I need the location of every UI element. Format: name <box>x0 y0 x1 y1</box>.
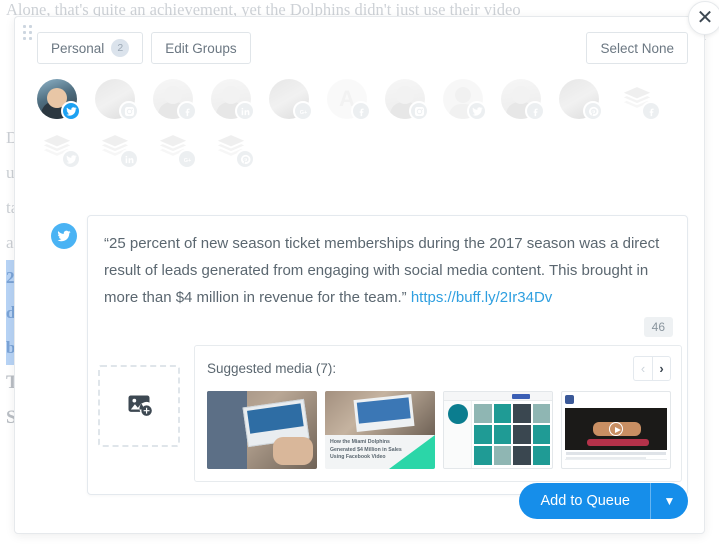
profile-facebook-man[interactable] <box>153 79 197 121</box>
profile-pinterest-buffer[interactable] <box>211 127 255 169</box>
chevron-left-icon[interactable]: ‹ <box>633 356 652 381</box>
profile-facebook-letter[interactable]: A <box>327 79 371 121</box>
profile-linkedin-buffer[interactable] <box>95 127 139 169</box>
chevron-right-icon[interactable]: › <box>652 356 671 381</box>
suggested-media-header: Suggested media (7): ‹ › <box>207 356 671 381</box>
profile-linkedin-man[interactable] <box>211 79 255 121</box>
googleplus-icon: G+ <box>293 101 313 121</box>
googleplus-icon: G+ <box>177 149 197 169</box>
suggested-media-2[interactable]: How the Miami Dolphins Generated $4 Mill… <box>325 391 435 469</box>
composer-text[interactable]: “25 percent of new season ticket members… <box>88 216 687 315</box>
profile-row-1: G+ A <box>37 79 688 121</box>
instagram-icon <box>119 101 139 121</box>
profile-row-2: G+ <box>37 127 688 169</box>
composer-modal: ✕ Personal 2 Edit Groups Select None G+ A… <box>14 1 719 534</box>
profile-facebook-buffer[interactable] <box>617 79 661 121</box>
tab-personal-count: 2 <box>111 39 130 57</box>
svg-text:G+: G+ <box>299 109 307 115</box>
suggested-media-title: Suggested media (7): <box>207 361 337 376</box>
pinterest-icon <box>583 101 603 121</box>
profile-googleplus-man[interactable]: G+ <box>269 79 313 121</box>
linkedin-icon <box>235 101 255 121</box>
tab-personal-label: Personal <box>51 40 105 56</box>
composer-area: “25 percent of new season ticket members… <box>51 215 688 495</box>
suggested-media-3[interactable] <box>443 391 553 469</box>
linkedin-icon <box>119 149 139 169</box>
facebook-icon <box>641 101 661 121</box>
profile-facebook-man2[interactable] <box>501 79 545 121</box>
add-to-queue-button[interactable]: Add to Queue ▼ <box>518 483 688 519</box>
twitter-icon <box>467 101 487 121</box>
select-none-button[interactable]: Select None <box>586 32 688 64</box>
tab-personal[interactable]: Personal 2 <box>37 32 144 64</box>
profile-twitter-generic[interactable] <box>443 79 487 121</box>
edit-groups-button[interactable]: Edit Groups <box>151 32 251 64</box>
profile-instagram-man[interactable] <box>385 79 429 121</box>
pinterest-icon <box>235 149 255 169</box>
add-to-queue-label: Add to Queue <box>540 493 631 509</box>
twitter-icon <box>61 101 81 121</box>
select-none-label: Select None <box>600 40 674 56</box>
suggested-media-pagination: ‹ › <box>633 356 671 381</box>
profile-instagram-scene[interactable] <box>95 79 139 121</box>
composer-box[interactable]: “25 percent of new season ticket members… <box>87 215 688 495</box>
media-zone: Suggested media (7): ‹ › How the Miami D… <box>88 345 687 494</box>
composer-link[interactable]: https://buff.ly/2Ir34Dv <box>411 289 552 306</box>
char-count-badge: 46 <box>643 317 673 337</box>
edit-groups-label: Edit Groups <box>165 40 237 56</box>
add-image-icon[interactable] <box>98 365 180 447</box>
facebook-icon <box>351 101 371 121</box>
char-count-row: 46 <box>88 315 687 345</box>
facebook-icon <box>525 101 545 121</box>
profile-googleplus-buffer[interactable]: G+ <box>153 127 197 169</box>
suggested-media-caption: How the Miami Dolphins Generated $4 Mill… <box>330 439 402 460</box>
suggested-media-1[interactable] <box>207 391 317 469</box>
twitter-icon <box>61 149 81 169</box>
profile-selector: G+ A G+ <box>37 79 688 175</box>
suggested-media-panel: Suggested media (7): ‹ › How the Miami D… <box>194 345 682 482</box>
modal-toolbar: Personal 2 Edit Groups Select None <box>15 27 704 69</box>
chevron-down-icon[interactable]: ▼ <box>650 483 688 519</box>
facebook-icon <box>177 101 197 121</box>
twitter-icon <box>51 223 77 249</box>
profile-twitter-buffer[interactable] <box>37 127 81 169</box>
instagram-icon <box>409 101 429 121</box>
modal-footer: Add to Queue ▼ <box>15 483 688 519</box>
suggested-media-4[interactable] <box>561 391 671 469</box>
profile-twitter-photo[interactable] <box>37 79 81 121</box>
profile-pinterest-scene[interactable] <box>559 79 603 121</box>
svg-text:G+: G+ <box>183 157 191 163</box>
composer-body: “25 percent of new season ticket members… <box>104 235 660 306</box>
suggested-media-thumbnails: How the Miami Dolphins Generated $4 Mill… <box>207 391 671 469</box>
